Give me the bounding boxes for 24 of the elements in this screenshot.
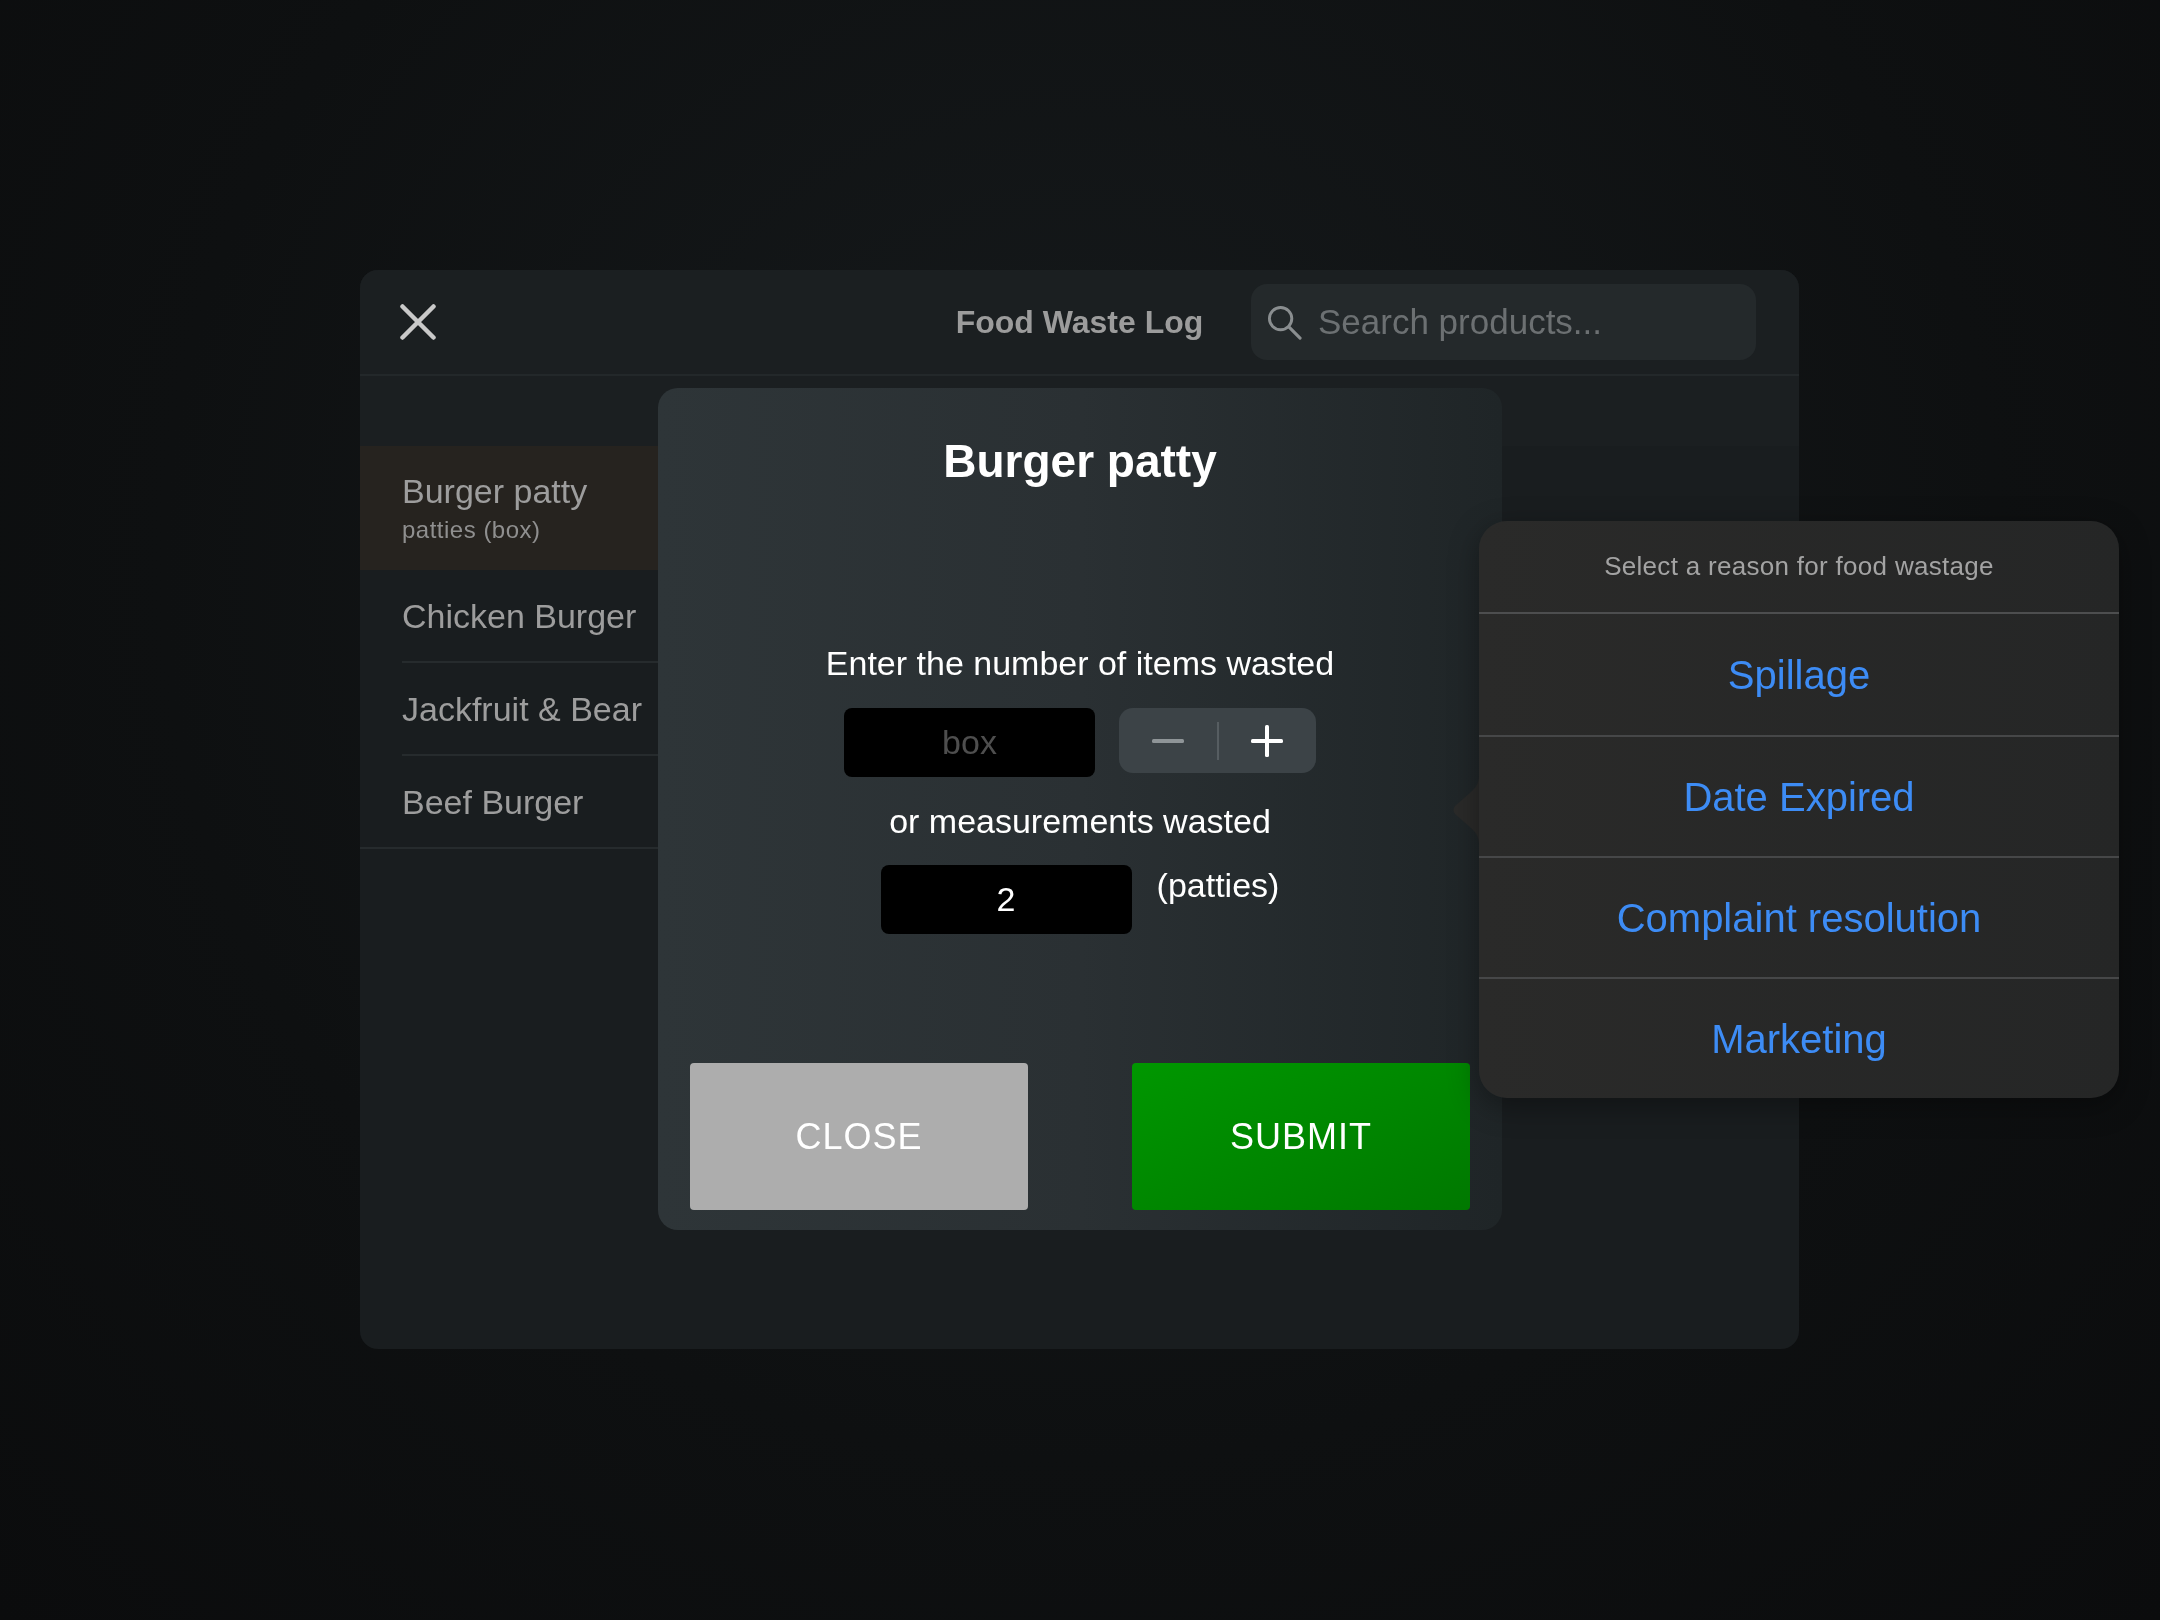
reason-option[interactable]: Complaint resolution <box>1616 887 1982 948</box>
submit-button[interactable]: SUBMIT <box>1132 1063 1470 1210</box>
product-name: Jackfruit & Bear <box>402 688 643 729</box>
plus-icon <box>1251 724 1284 757</box>
count-field[interactable]: box <box>844 708 1095 777</box>
measure-unit: (patties) <box>1156 865 1280 905</box>
product-unit: patties (box) <box>402 515 542 545</box>
product-name: Chicken Burger <box>402 595 638 636</box>
dialog-title: Burger patty <box>943 434 1217 488</box>
product-name: Burger patty <box>402 471 589 511</box>
count-prompt: Enter the number of items wasted <box>825 643 1335 683</box>
window-title: Food Waste Log <box>954 303 1205 342</box>
product-list-item[interactable]: Burger patty patties (box) <box>360 446 658 570</box>
minus-icon <box>1151 738 1184 743</box>
reason-option[interactable]: Marketing <box>1711 1008 1887 1069</box>
search-icon <box>1267 305 1302 340</box>
product-name: Beef Burger <box>402 781 585 822</box>
reason-option[interactable]: Date Expired <box>1683 766 1915 827</box>
measure-prompt: or measurements wasted <box>889 801 1271 841</box>
reason-option[interactable]: Spillage <box>1727 644 1871 705</box>
popover-title: Select a reason for food wastage <box>1604 550 1994 583</box>
close-icon[interactable] <box>400 304 436 340</box>
measure-field[interactable]: 2 <box>880 865 1132 934</box>
search-field[interactable]: Search products... <box>1251 284 1756 360</box>
